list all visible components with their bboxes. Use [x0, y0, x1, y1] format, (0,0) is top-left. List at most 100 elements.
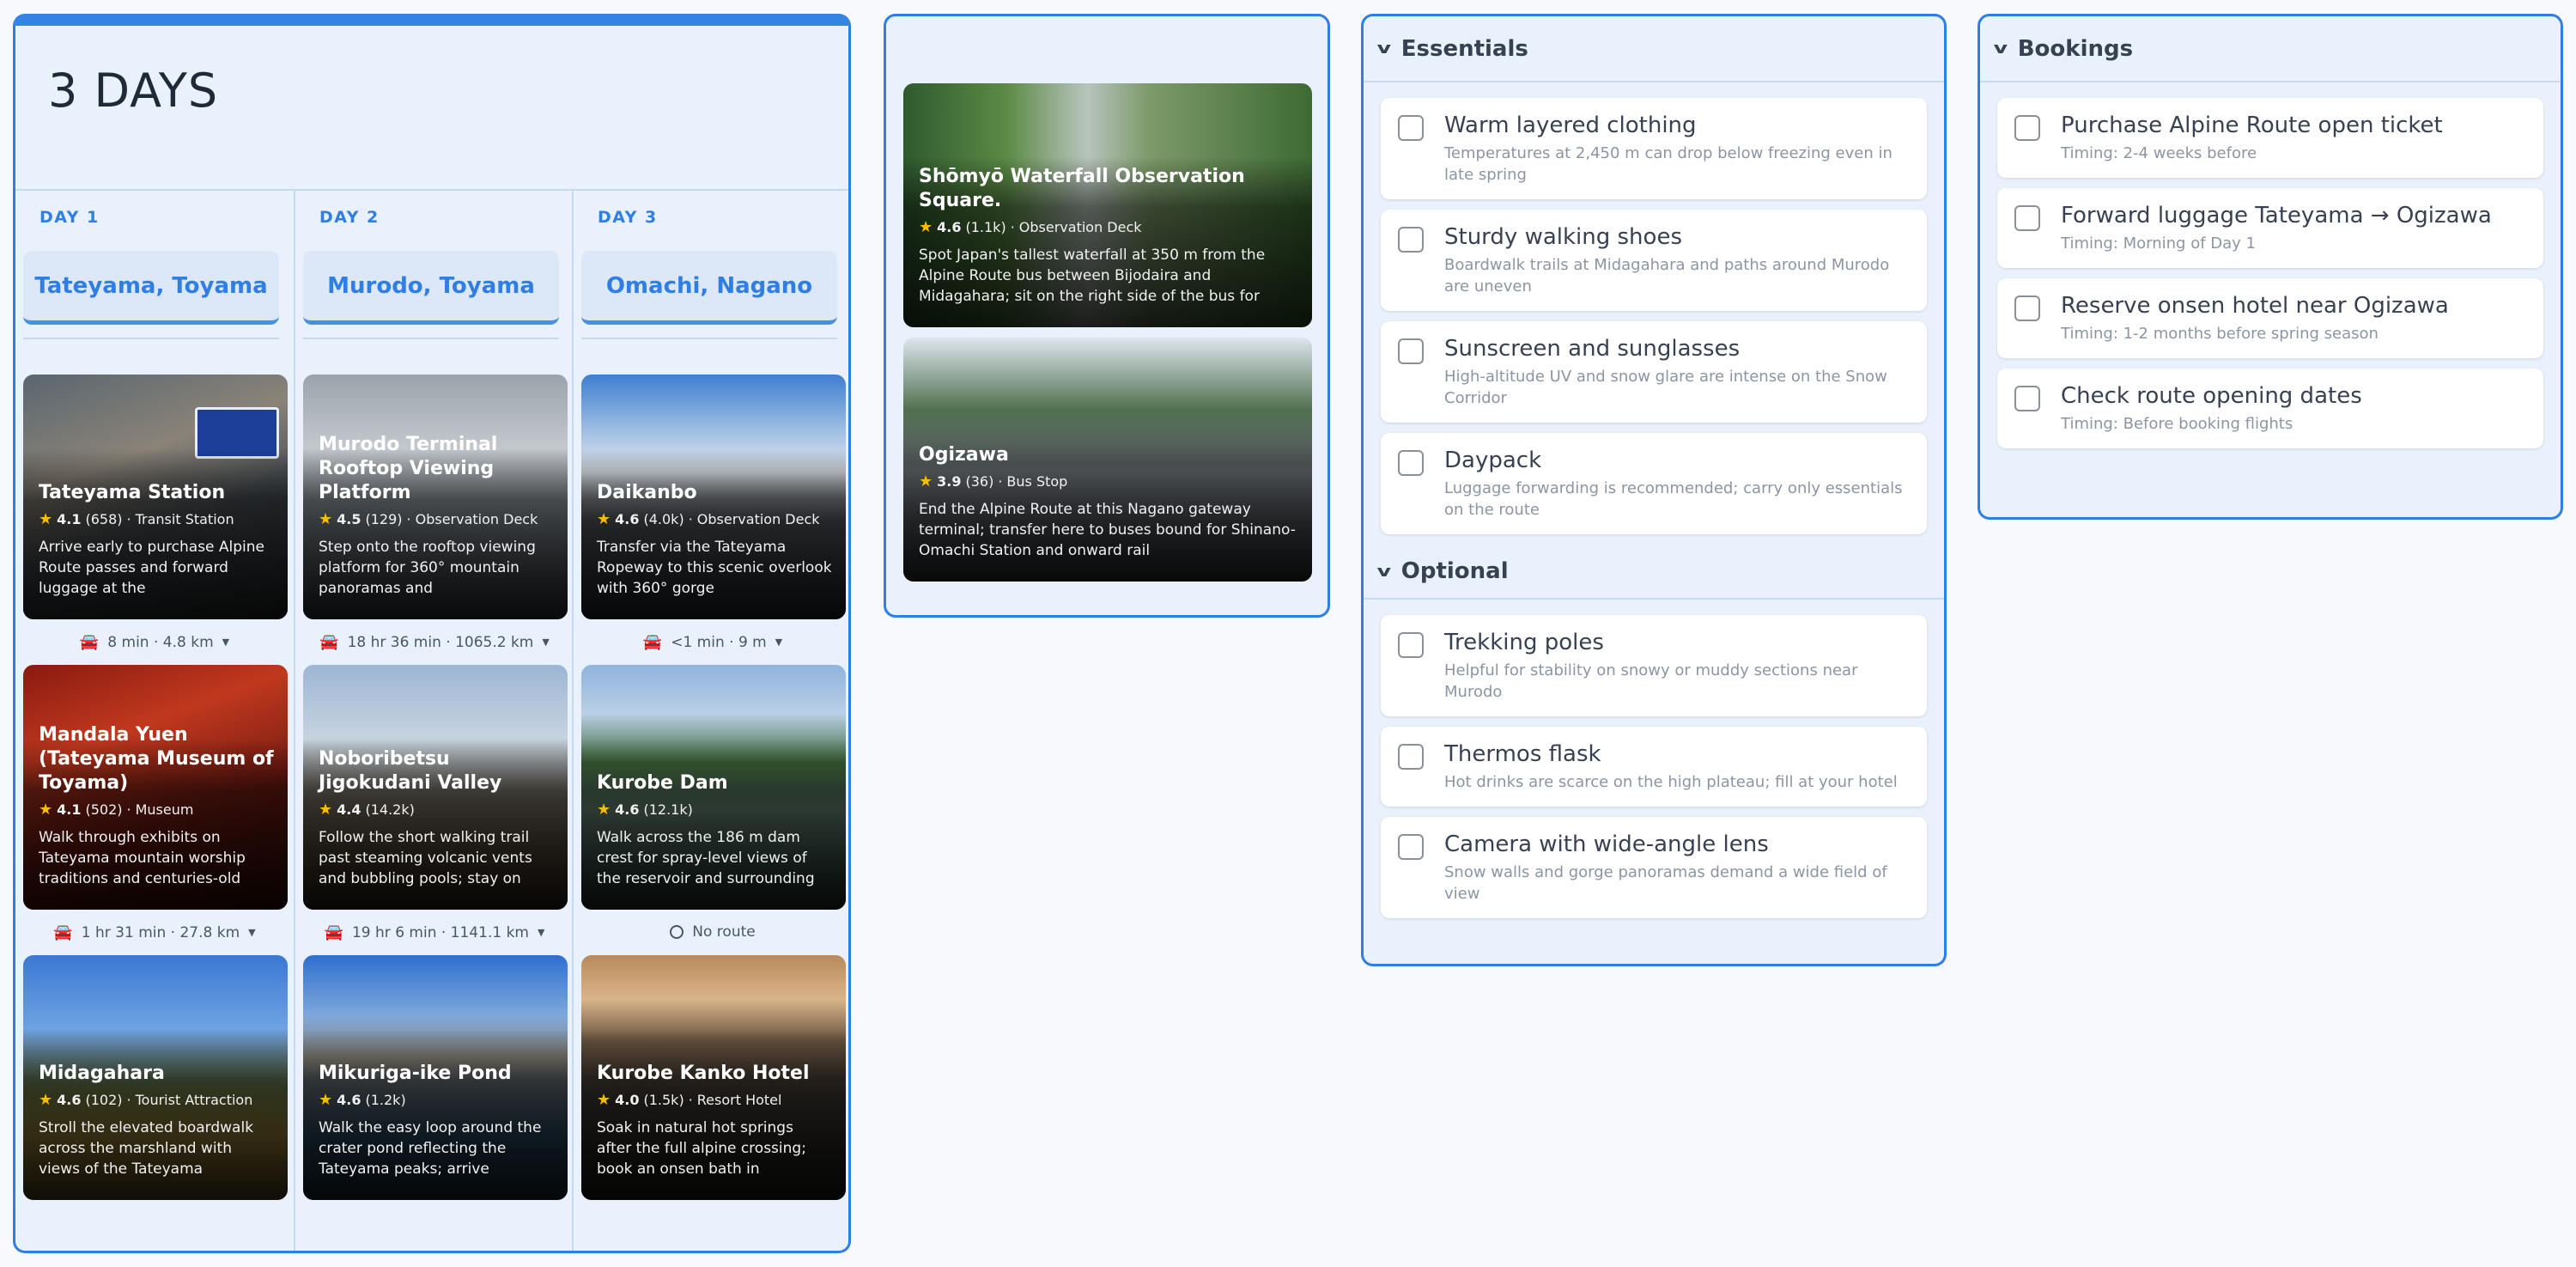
car-icon: 🚘: [319, 633, 339, 651]
place-reviews: (36): [965, 473, 994, 490]
place-card[interactable]: Kurobe Kanko Hotel ★ 4.0 (1.5k) · Resort Hot…: [581, 955, 846, 1200]
place-description: Spot Japan's tallest waterfall at 350 m …: [919, 247, 1266, 305]
place-card[interactable]: Ogizawa ★ 3.9 (36) · Bus Stop End the Alpine…: [903, 338, 1312, 582]
day-column-1: DAY 1 Tateyama, Toyama Tateyama Station …: [15, 191, 294, 1251]
place-reviews: (102): [85, 1092, 123, 1108]
place-reviews: (14.2k): [365, 801, 415, 818]
section-title: Bookings: [2017, 35, 2134, 62]
place-description: Soak in natural hot springs after the fu…: [597, 1119, 806, 1178]
day-location-header[interactable]: Tateyama, Toyama: [23, 251, 279, 339]
place-category: Tourist Attraction: [135, 1092, 253, 1108]
checklist-item: Sunscreen and sunglasses High-altitude UV…: [1381, 321, 1927, 423]
meta-separator: ·: [688, 511, 693, 527]
place-card[interactable]: Mandala Yuen (Tateyama Museum of Toyama)…: [23, 665, 288, 910]
item-title: Check route opening dates: [2061, 383, 2362, 409]
place-card[interactable]: Kurobe Dam ★ 4.6 (12.1k) Walk across the 1…: [581, 665, 846, 910]
checklist-item: Trekking poles Helpful for stability on s…: [1381, 615, 1927, 716]
checkbox-icon[interactable]: [1398, 115, 1424, 141]
place-category: Observation Deck: [696, 511, 820, 527]
place-description: Arrive early to purchase Alpine Route pa…: [39, 539, 265, 597]
place-name: Midagahara: [39, 1063, 165, 1084]
booking-item: Check route opening dates Timing: Before …: [1997, 369, 2543, 448]
place-name: Kurobe Dam: [597, 772, 728, 794]
chevron-down-icon: v: [1993, 40, 2008, 58]
place-description: End the Alpine Route at this Nagano gate…: [919, 501, 1296, 559]
item-timing: Timing: Before booking flights: [2061, 415, 2293, 433]
checkbox-icon[interactable]: [1398, 744, 1424, 770]
place-meta: ★ 4.6 (1.2k): [319, 1091, 554, 1109]
checkbox-icon[interactable]: [1398, 338, 1424, 364]
meta-separator: ·: [998, 473, 1003, 490]
checkbox-icon[interactable]: [2014, 295, 2040, 321]
caret-down-icon: ▼: [775, 637, 783, 648]
place-category: Observation Deck: [415, 511, 538, 527]
unscheduled-places-panel: Shōmyō Waterfall Observation Square. ★ 4.…: [884, 14, 1330, 618]
route-text: 19 hr 6 min · 1141.1 km: [351, 923, 529, 941]
route-text: No route: [692, 923, 756, 941]
item-title: Camera with wide-angle lens: [1444, 831, 1769, 857]
place-card[interactable]: Mikuriga-ike Pond ★ 4.6 (1.2k) Walk the ea…: [303, 955, 568, 1200]
place-meta: ★ 4.4 (14.2k): [319, 801, 554, 819]
item-note: Temperatures at 2,450 m can drop below f…: [1444, 144, 1893, 184]
place-name: Ogizawa: [919, 444, 1009, 466]
caret-down-icon: ▼: [222, 637, 230, 648]
place-card[interactable]: Noboribetsu Jigokudani Valley ★ 4.4 (14.2k…: [303, 665, 568, 910]
place-name: Mandala Yuen (Tateyama Museum of Toyama): [39, 724, 274, 794]
checkbox-icon[interactable]: [1398, 632, 1424, 658]
section-title: Optional: [1400, 558, 1509, 584]
place-card[interactable]: Tateyama Station ★ 4.1 (658) · Transit Stati…: [23, 375, 288, 619]
checkbox-icon[interactable]: [1398, 450, 1424, 476]
itinerary-panel: 3 DAYS DAY 1 Tateyama, Toyama Tateyama S…: [13, 14, 851, 1253]
checkbox-icon[interactable]: [1398, 834, 1424, 860]
route-info[interactable]: 🚘 19 hr 6 min · 1141.1 km ▼: [295, 923, 574, 941]
place-card[interactable]: Midagahara ★ 4.6 (102) · Tourist Attraction …: [23, 955, 288, 1200]
checklist-item: Sturdy walking shoes Boardwalk trails at …: [1381, 210, 1927, 311]
place-category: Museum: [135, 801, 194, 818]
chevron-down-icon: v: [1376, 40, 1392, 58]
place-card[interactable]: Murodo Terminal Rooftop Viewing Platform…: [303, 375, 568, 619]
bookings-section-header[interactable]: v Bookings: [1980, 16, 2561, 81]
essentials-section-header[interactable]: v Essentials: [1364, 16, 1944, 81]
car-icon: 🚘: [324, 923, 343, 941]
optional-section-header[interactable]: v Optional: [1364, 545, 1944, 598]
checkbox-icon[interactable]: [2014, 115, 2040, 141]
route-info[interactable]: 🚘 8 min · 4.8 km ▼: [15, 633, 294, 651]
card-text: Shōmyō Waterfall Observation Square. ★ 4.…: [919, 165, 1298, 307]
meta-separator: ·: [126, 801, 131, 818]
place-rating: 3.9: [937, 473, 962, 490]
checkbox-icon[interactable]: [2014, 205, 2040, 231]
item-timing: Timing: 1-2 months before spring season: [2061, 325, 2379, 343]
checkbox-icon[interactable]: [1398, 227, 1424, 253]
meta-separator: ·: [406, 511, 411, 527]
place-rating: 4.6: [57, 1092, 82, 1108]
star-icon: ★: [319, 801, 333, 819]
no-route-icon: [670, 925, 684, 939]
day-location-header[interactable]: Murodo, Toyama: [303, 251, 559, 339]
star-icon: ★: [597, 510, 611, 528]
item-note: Helpful for stability on snowy or muddy …: [1444, 661, 1858, 701]
star-icon: ★: [919, 472, 933, 490]
place-rating: 4.5: [337, 511, 361, 527]
place-description: Step onto the rooftop viewing platform f…: [319, 539, 536, 597]
card-text: Noboribetsu Jigokudani Valley ★ 4.4 (14.2k…: [319, 747, 554, 889]
place-reviews: (129): [365, 511, 403, 527]
checkbox-icon[interactable]: [2014, 386, 2040, 411]
item-title: Forward luggage Tateyama → Ogizawa: [2061, 203, 2492, 228]
route-text: <1 min · 9 m: [671, 633, 767, 651]
route-info[interactable]: 🚘 <1 min · 9 m ▼: [574, 633, 848, 651]
place-card[interactable]: Shōmyō Waterfall Observation Square. ★ 4.…: [903, 83, 1312, 327]
place-name: Noboribetsu Jigokudani Valley: [319, 748, 502, 794]
place-rating: 4.6: [615, 801, 640, 818]
place-reviews: (502): [85, 801, 123, 818]
checklist-item: Camera with wide-angle lens Snow walls an…: [1381, 817, 1927, 918]
route-info[interactable]: 🚘 18 hr 36 min · 1065.2 km ▼: [295, 633, 574, 651]
car-icon: 🚘: [53, 923, 73, 941]
chevron-down-icon: v: [1376, 562, 1392, 581]
place-reviews: (4.0k): [643, 511, 684, 527]
route-info[interactable]: 🚘 1 hr 31 min · 27.8 km ▼: [15, 923, 294, 941]
item-note: Luggage forwarding is recommended; carry…: [1444, 479, 1903, 519]
booking-item: Reserve onsen hotel near Ogizawa Timing: …: [1997, 278, 2543, 358]
place-card[interactable]: Daikanbo ★ 4.6 (4.0k) · Observation Deck Tra…: [581, 375, 846, 619]
day-location-header[interactable]: Omachi, Nagano: [581, 251, 837, 339]
place-rating: 4.6: [937, 219, 962, 235]
